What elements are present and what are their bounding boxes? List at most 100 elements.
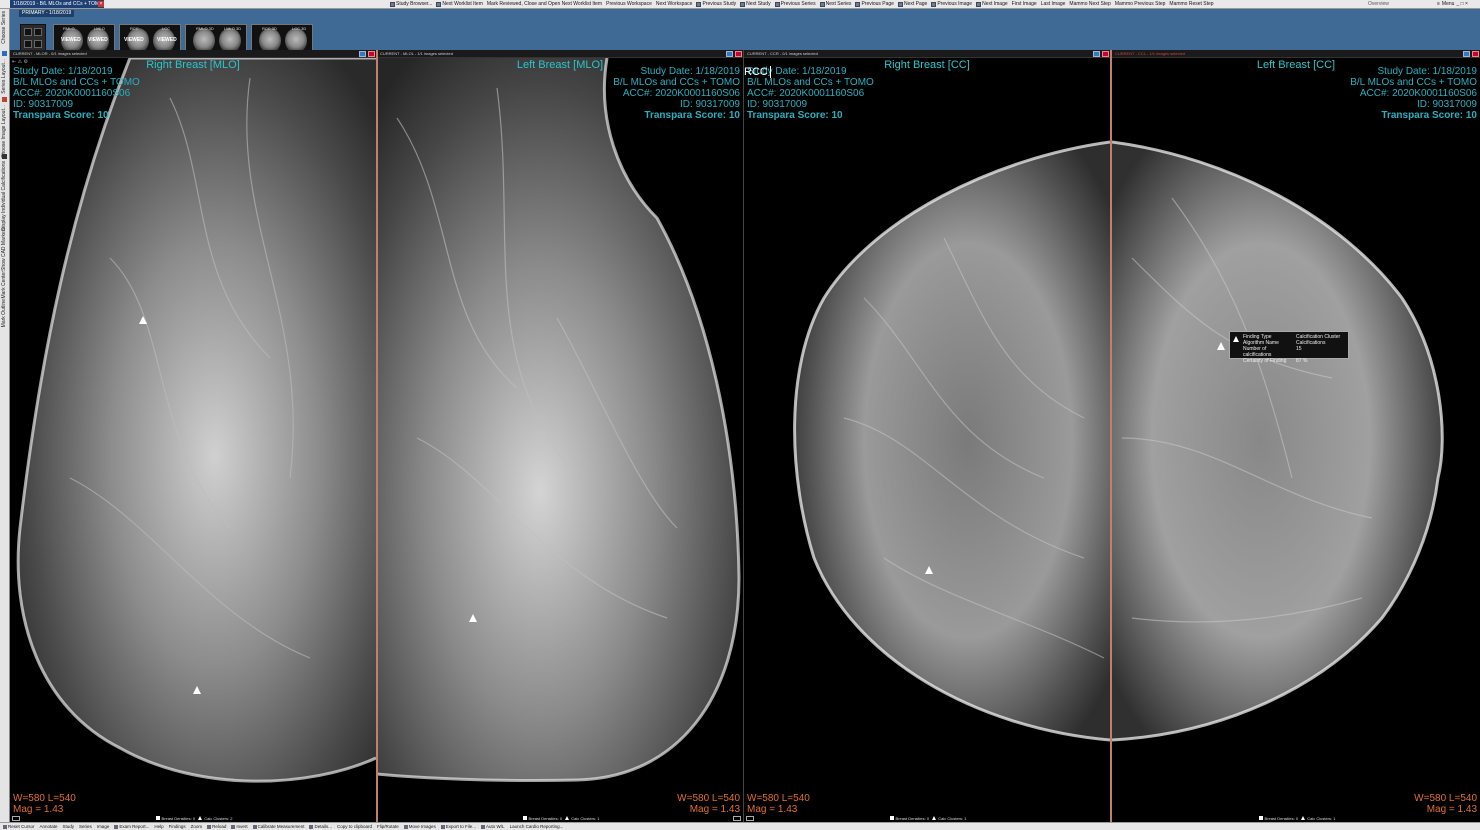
next-study-button[interactable]: Next Study	[740, 1, 771, 7]
next-series-button[interactable]: Next Series	[819, 1, 851, 7]
exam-report-button[interactable]: Exam Report...	[114, 824, 149, 829]
viewport-left-cc[interactable]: CURRENT - CCL - 1/1 images selected Left…	[1112, 50, 1480, 822]
cad-marker[interactable]	[469, 614, 477, 622]
viewed-badge: VIEWED	[88, 37, 108, 43]
reload-button[interactable]: Reload	[207, 824, 226, 829]
next-image-button[interactable]: Next Image	[976, 1, 1008, 7]
mammo-previous-step-button[interactable]: Mammo Previous Step	[1115, 1, 1166, 7]
cardio-reporting-button[interactable]: Launch Cardio Reporting...	[510, 824, 564, 829]
study-strip: PRIMARY - 1/18/2019 RMLO LMLO VIEWED VIE…	[10, 9, 1480, 54]
previous-study-button[interactable]: Previous Study	[696, 1, 736, 7]
maximize-icon[interactable]	[726, 51, 733, 57]
display-calcifications-button[interactable]: Display Individual Calcifications	[1, 161, 9, 231]
calc-cluster-icon	[1301, 816, 1306, 820]
export-file-button[interactable]: Export to File...	[440, 824, 476, 829]
study-date: Study Date: 1/18/2019	[13, 66, 113, 77]
window-level-value: W=580 L=540	[1414, 793, 1477, 804]
close-tab-icon[interactable]: ×	[98, 1, 104, 7]
next-page-button[interactable]: Next Page	[897, 1, 927, 7]
annotate-button[interactable]: Annotate	[40, 824, 58, 829]
mammography-viewer: 1/18/2019 - B/L MLOs and CCs + TOMO × St…	[0, 0, 1480, 830]
viewport-corner-button[interactable]	[746, 816, 754, 821]
menu-icon[interactable]: ≡	[1437, 1, 1440, 7]
maximize-icon[interactable]	[1463, 51, 1470, 57]
previous-series-icon	[774, 1, 780, 7]
calibrate-button[interactable]: Calibrate Measurement	[252, 824, 304, 829]
previous-workspace-button[interactable]: Previous Workspace	[606, 1, 652, 7]
viewport-right-cc[interactable]: CURRENT - CCR - 0/1 images selected Righ…	[744, 50, 1110, 822]
help-button[interactable]: Help	[154, 824, 163, 829]
invert-button[interactable]: Invert	[231, 824, 248, 829]
density-icon	[155, 816, 160, 820]
next-series-icon	[819, 1, 825, 7]
mark-reviewed-button[interactable]: Mark Reviewed, Close and Open Next Workl…	[487, 1, 602, 7]
viewport-header[interactable]: CURRENT - MLOL - 1/1 images selected	[377, 50, 743, 58]
maximize-icon[interactable]	[359, 51, 366, 57]
series-layout-button[interactable]: Series Layout...	[1, 59, 9, 94]
cad-marker[interactable]	[193, 686, 201, 694]
viewport-header[interactable]: CURRENT - MLOR - 0/1 images selected	[10, 50, 376, 58]
study-browser-button[interactable]: Study Browser...	[390, 1, 432, 7]
mammo-reset-step-button[interactable]: Mammo Reset Step	[1169, 1, 1213, 7]
close-icon[interactable]	[1472, 51, 1479, 57]
viewport-left-mlo[interactable]: CURRENT - MLOL - 1/1 images selected Lef…	[377, 50, 743, 822]
previous-image-button[interactable]: Previous Image	[931, 1, 972, 7]
choose-series-button[interactable]: Choose Series	[1, 11, 9, 44]
close-icon[interactable]	[1102, 51, 1109, 57]
window-controls[interactable]: _ □ ×	[1456, 1, 1468, 7]
previous-page-button[interactable]: Previous Page	[855, 1, 894, 7]
viewport-divider	[376, 50, 378, 822]
last-image-button[interactable]: Last Image	[1041, 1, 1066, 7]
series-menu-button[interactable]: Series	[79, 824, 92, 829]
calc-clusters: Calc Clusters: 1	[938, 816, 967, 821]
magnification-value: Mag = 1.43	[747, 804, 798, 815]
details-button[interactable]: Details...	[309, 824, 332, 829]
zoom-button[interactable]: Zoom	[191, 824, 203, 829]
close-icon[interactable]	[735, 51, 742, 57]
mark-outline-button[interactable]: Mark Outline	[1, 299, 9, 327]
findings-button[interactable]: Findings	[169, 824, 186, 829]
close-icon[interactable]	[368, 51, 375, 57]
study-tab[interactable]: 1/18/2019 - B/L MLOs and CCs + TOMO	[10, 0, 104, 8]
patient-id: ID: 90317009	[13, 99, 74, 110]
study-menu-button[interactable]: Study	[63, 824, 75, 829]
ruler-icon	[252, 824, 257, 829]
cad-marker[interactable]	[1217, 342, 1225, 350]
viewport-right-mlo[interactable]: CURRENT - MLOR - 0/1 images selected ⇤ ⚠…	[10, 50, 376, 822]
left-sidebar: Choose Series Series Layout... Choose Im…	[0, 9, 10, 822]
menu-button[interactable]: Menu	[1442, 1, 1455, 7]
move-images-button[interactable]: Move Images	[403, 824, 436, 829]
viewport-corner-button[interactable]	[12, 816, 20, 821]
primary-study-label[interactable]: PRIMARY - 1/18/2019	[19, 10, 75, 17]
reset-cursor-button[interactable]: Reset Cursor	[3, 824, 35, 829]
mammo-next-step-button[interactable]: Mammo Next Step	[1069, 1, 1110, 7]
next-image-icon	[976, 1, 982, 7]
window-level-overlay: W=580 L=540 Mag = 1.43	[1414, 793, 1477, 815]
next-workspace-button[interactable]: Next Workspace	[656, 1, 693, 7]
image-menu-button[interactable]: Image	[97, 824, 110, 829]
right-cc-image	[793, 140, 1110, 742]
calc-cluster-icon	[565, 816, 570, 820]
study-tab-title: 1/18/2019 - B/L MLOs and CCs + TOMO	[13, 1, 104, 7]
overview-button[interactable]: Overview	[1368, 1, 1389, 7]
flip-rotate-button[interactable]: Flip/Rotate	[377, 824, 399, 829]
viewport-controls	[726, 51, 742, 57]
viewport-corner-button[interactable]	[733, 816, 741, 821]
show-cad-markers-button[interactable]: Show CAD Markers	[1, 227, 9, 271]
maximize-icon[interactable]	[1093, 51, 1100, 57]
viewport-header[interactable]: CURRENT - CCL - 1/1 images selected	[1112, 50, 1480, 58]
next-worklist-item-button[interactable]: Next Worklist Item	[436, 1, 483, 7]
mark-center-button[interactable]: Mark Center	[1, 271, 9, 299]
viewport-header[interactable]: CURRENT - CCR - 0/1 images selected	[744, 50, 1110, 58]
viewed-badge: VIEWED	[124, 37, 144, 43]
image-layout-icon	[2, 97, 7, 102]
viewport-controls	[1463, 51, 1479, 57]
cad-marker[interactable]	[925, 566, 933, 574]
choose-image-layout-button[interactable]: Choose Image Layout...	[1, 105, 9, 158]
invert-icon	[231, 824, 236, 829]
copy-clipboard-button[interactable]: Copy to clipboard	[337, 824, 372, 829]
first-image-button[interactable]: First Image	[1012, 1, 1037, 7]
auto-wl-button[interactable]: Auto W/L	[481, 824, 505, 829]
cad-marker[interactable]	[139, 316, 147, 324]
previous-series-button[interactable]: Previous Series	[774, 1, 816, 7]
